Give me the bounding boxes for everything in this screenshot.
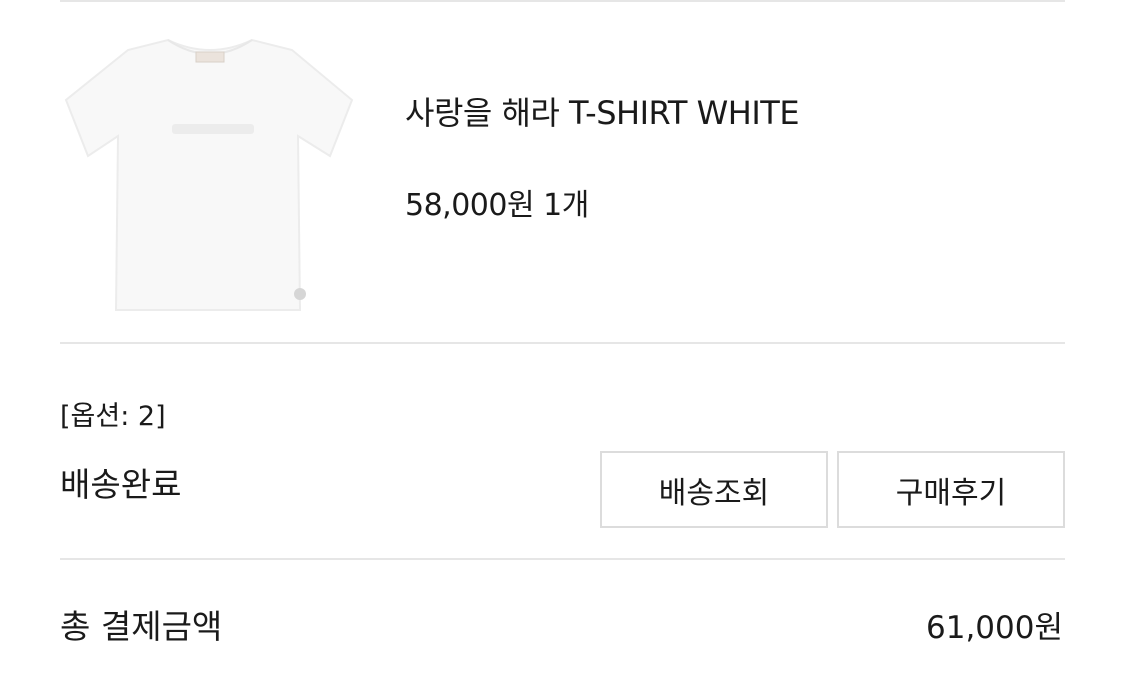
product-name[interactable]: 사랑을 해라 T-SHIRT WHITE [405, 88, 800, 134]
total-payment-label: 총 결제금액 [60, 607, 223, 646]
delivery-status: 배송완료 [60, 465, 182, 504]
order-detail-page: 사랑을 해라 T-SHIRT WHITE 58,000원 1개 [옵션: 2] … [0, 0, 1125, 696]
tshirt-image [64, 38, 354, 311]
track-delivery-button[interactable]: 배송조회 [600, 451, 828, 528]
total-payment-value: 61,000원 [926, 610, 1063, 646]
product-price: 58,000원 [405, 188, 535, 223]
option-text: [옵션: 2] [60, 401, 166, 432]
product-image[interactable] [60, 28, 360, 318]
top-divider [60, 0, 1065, 2]
summary-divider [60, 558, 1065, 560]
product-quantity: 1개 [543, 188, 589, 223]
product-divider [60, 342, 1065, 344]
write-review-button[interactable]: 구매후기 [837, 451, 1065, 528]
product-price-row: 58,000원 1개 [405, 180, 589, 224]
